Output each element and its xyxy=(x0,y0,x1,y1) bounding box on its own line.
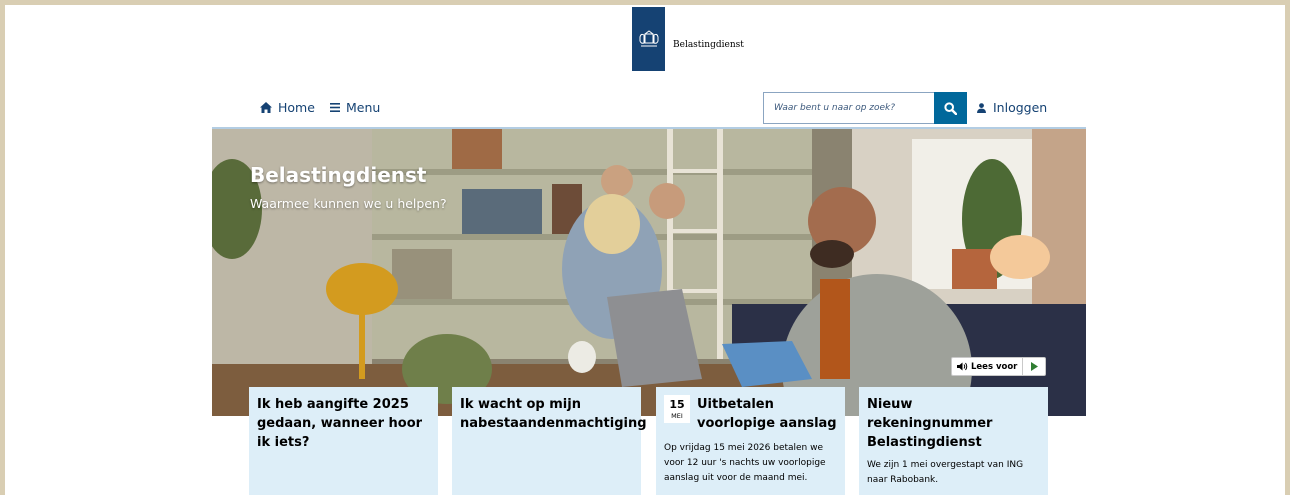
menu-label: Menu xyxy=(346,100,381,115)
date-badge: 15 MEI xyxy=(664,395,690,423)
card-text: Op vrijdag 15 mei 2026 betalen we voor 1… xyxy=(664,443,826,483)
logo[interactable]: Belastingdienst xyxy=(632,7,744,71)
search-button[interactable] xyxy=(934,92,967,124)
read-aloud-button[interactable]: Lees voor xyxy=(952,358,1024,375)
play-icon xyxy=(1030,362,1038,371)
card-rekeningnummer[interactable]: Nieuw rekeningnummer Belastingdienst We … xyxy=(859,387,1048,495)
home-icon xyxy=(260,102,272,113)
card-title: Nieuw rekeningnummer Belastingdienst xyxy=(867,397,993,450)
login-link[interactable]: Inloggen xyxy=(977,100,1047,115)
user-icon xyxy=(977,102,986,113)
date-day: 15 xyxy=(669,398,685,411)
logo-text: Belastingdienst xyxy=(673,40,744,50)
hero-title: Belastingdienst xyxy=(250,163,427,187)
card-title: Ik heb aangifte 2025 gedaan, wanneer hoo… xyxy=(257,397,423,450)
speaker-icon xyxy=(957,362,968,371)
date-month: MEI xyxy=(671,412,683,420)
read-aloud-control: Lees voor xyxy=(951,357,1047,376)
hamburger-icon xyxy=(330,103,340,112)
login-label: Inloggen xyxy=(993,100,1048,115)
card-title: Ik wacht op mijn nabestaandenmachtiging xyxy=(460,397,647,431)
card-title: Uitbetalen voorlopige aanslag xyxy=(697,397,837,431)
card-nabestaanden[interactable]: Ik wacht op mijn nabestaandenmachtiging xyxy=(452,387,647,495)
search-input[interactable] xyxy=(763,92,934,124)
search-icon xyxy=(944,101,957,115)
crest-icon xyxy=(632,7,665,71)
home-label: Home xyxy=(278,100,315,115)
hero-banner: Belastingdienst Waarmee kunnen we u help… xyxy=(212,129,1086,416)
play-button[interactable] xyxy=(1023,358,1045,375)
search-form xyxy=(763,92,967,124)
home-link[interactable]: Home xyxy=(260,100,315,115)
menu-button[interactable]: Menu xyxy=(330,100,380,115)
card-text: We zijn 1 mei overgestapt van ING naar R… xyxy=(867,460,1024,485)
card-aangifte[interactable]: Ik heb aangifte 2025 gedaan, wanneer hoo… xyxy=(249,387,438,495)
hero-subtitle: Waarmee kunnen we u helpen? xyxy=(250,196,447,211)
read-aloud-label: Lees voor xyxy=(971,361,1018,372)
card-voorlopige-aanslag[interactable]: 15 MEI Uitbetalen voorlopige aanslag Op … xyxy=(656,387,845,495)
main-navigation: Home Menu Inloggen xyxy=(212,92,1086,128)
